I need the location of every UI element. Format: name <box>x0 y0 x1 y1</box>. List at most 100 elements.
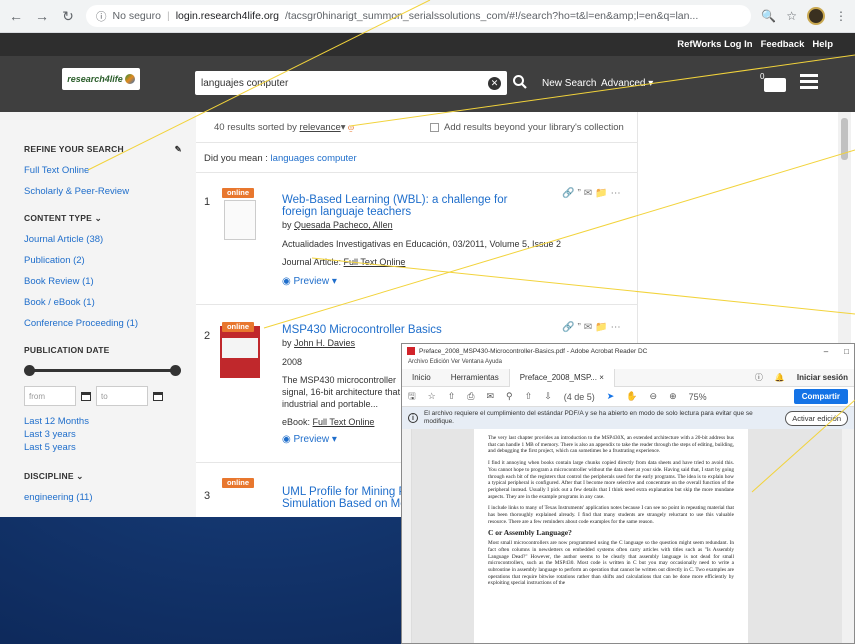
book-cover-thumbnail[interactable] <box>220 326 260 378</box>
saved-items-folder[interactable]: 0 <box>757 72 787 94</box>
slider-handle-end[interactable] <box>170 365 181 376</box>
left-panel-toggle[interactable] <box>402 429 412 643</box>
link-icon[interactable]: 🔗 <box>562 322 577 333</box>
zoom-out-icon[interactable]: ⊖ <box>650 391 658 402</box>
page-counter[interactable]: (4 de 5) <box>564 392 595 402</box>
full-text-link[interactable]: Full Text Online <box>313 417 375 427</box>
search-icon[interactable] <box>512 74 528 90</box>
pdf-paragraph: Most small microcontrollers are now prog… <box>488 540 734 587</box>
content-type-heading[interactable]: CONTENT TYPE ⌄ <box>24 213 196 224</box>
minimize-icon[interactable]: – <box>824 347 828 356</box>
email-icon[interactable]: ✉ <box>584 188 595 199</box>
star-icon[interactable]: ☆ <box>428 391 436 402</box>
date-last-12-months[interactable]: Last 12 Months <box>24 416 196 427</box>
scrollbar-thumb[interactable] <box>841 118 848 160</box>
sort-relevance-dropdown[interactable]: relevance <box>300 122 341 133</box>
email-icon[interactable]: ✉ <box>487 391 495 402</box>
notification-bell-icon[interactable]: 🔔 <box>775 373 785 382</box>
page-up-icon[interactable]: ⇧ <box>525 391 533 402</box>
acrobat-menubar[interactable]: Archivo Edición Ver Ventana Ayuda <box>402 358 854 369</box>
advanced-search-link[interactable]: Advanced ▾ <box>601 78 653 89</box>
result-snippet: The MSP430 microcontroller signal, 16-bi… <box>282 375 401 409</box>
beyond-checkbox[interactable] <box>430 123 439 132</box>
address-bar[interactable]: ⓘ No seguro | login.research4life.org/ta… <box>86 5 752 27</box>
feedback-link[interactable]: Feedback <box>761 39 805 50</box>
slider-handle-start[interactable] <box>24 365 35 376</box>
refworks-link[interactable]: RefWorks Log In <box>677 39 752 50</box>
email-icon[interactable]: ✉ <box>584 322 595 333</box>
forward-icon[interactable]: → <box>34 8 50 24</box>
info-icon[interactable]: ⓘ <box>96 9 107 24</box>
filter-content-type[interactable]: Publication (2) <box>24 255 196 266</box>
link-icon[interactable]: 🔗 <box>562 188 577 199</box>
folder-add-icon[interactable]: 📁 <box>595 322 610 333</box>
tab-document[interactable]: Preface_2008_MSP... × <box>508 368 615 387</box>
new-search-link[interactable]: New Search <box>542 78 596 89</box>
edit-pencil-icon[interactable]: ✎ <box>175 144 182 155</box>
date-last-5-years[interactable]: Last 5 years <box>24 442 196 453</box>
date-to-input[interactable]: to <box>96 386 148 406</box>
pdfa-info-text: El archivo requiere el cumplimiento del … <box>424 410 753 425</box>
filter-scholarly[interactable]: Scholarly & Peer-Review <box>24 186 196 197</box>
result-title[interactable]: MSP430 Microcontroller Basics <box>282 324 542 336</box>
filter-content-type[interactable]: Journal Article (38) <box>24 234 196 245</box>
discipline-heading[interactable]: DISCIPLINE ⌄ <box>24 471 196 482</box>
filter-full-text[interactable]: Full Text Online <box>24 165 196 176</box>
print-icon[interactable]: ⎙ <box>467 391 474 402</box>
maximize-icon[interactable]: □ <box>844 347 849 356</box>
hamburger-menu-icon[interactable] <box>800 74 818 92</box>
more-icon[interactable]: ⋯ <box>611 188 624 199</box>
clear-search-icon[interactable]: ✕ <box>488 76 501 90</box>
select-cursor-icon[interactable]: ➤ <box>607 391 615 402</box>
rss-icon[interactable]: ⍹ <box>348 122 354 133</box>
share-button[interactable]: Compartir <box>793 389 848 404</box>
acrobat-scrollbar[interactable] <box>842 429 854 643</box>
search-input[interactable]: languajes computer ✕ <box>195 71 507 95</box>
filter-content-type[interactable]: Book Review (1) <box>24 276 196 287</box>
full-text-link[interactable]: Full Text Online <box>344 257 406 267</box>
preview-toggle[interactable]: ◉ Preview ▾ <box>282 434 337 445</box>
pdf-paragraph: The very last chapter provides an introd… <box>488 435 734 455</box>
author-link[interactable]: Quesada Pacheco, Allen <box>294 220 393 230</box>
page-down-icon[interactable]: ⇩ <box>544 391 552 402</box>
zoom-in-icon[interactable]: ⊕ <box>669 391 677 402</box>
result-title[interactable]: Web-Based Learning (WBL): a challenge fo… <box>282 194 542 218</box>
filter-content-type[interactable]: Conference Proceeding (1) <box>24 318 196 329</box>
sign-in-link[interactable]: Iniciar sesión <box>797 373 848 382</box>
find-icon[interactable]: ⚲ <box>506 391 513 402</box>
online-badge: online <box>222 188 254 198</box>
hand-tool-icon[interactable]: ✋ <box>626 391 637 402</box>
search-query: languajes computer <box>201 77 289 89</box>
enable-editing-button[interactable]: Activar edición <box>785 410 848 426</box>
more-icon[interactable]: ⋯ <box>611 322 624 333</box>
tab-tools[interactable]: Herramientas <box>441 369 509 387</box>
chevron-down-icon: ⌄ <box>76 471 84 481</box>
zoom-icon[interactable]: 🔍 <box>761 9 776 23</box>
date-last-3-years[interactable]: Last 3 years <box>24 429 196 440</box>
date-from-input[interactable]: from <box>24 386 76 406</box>
document-thumbnail-icon[interactable] <box>224 200 256 240</box>
help-icon[interactable]: ⓘ <box>755 372 763 383</box>
tab-home[interactable]: Inicio <box>402 369 441 387</box>
calendar-icon[interactable] <box>80 390 92 402</box>
menu-dots-icon[interactable]: ⋮ <box>835 9 847 23</box>
upload-icon[interactable]: ⇧ <box>448 391 456 402</box>
filter-content-type[interactable]: Book / eBook (1) <box>24 297 196 308</box>
help-link[interactable]: Help <box>812 39 833 50</box>
research4life-logo[interactable]: research4life <box>62 68 140 90</box>
did-you-mean-link[interactable]: languages computer <box>271 153 357 164</box>
reload-icon[interactable]: ↻ <box>60 8 76 25</box>
back-icon[interactable]: ← <box>8 8 24 24</box>
filter-discipline[interactable]: engineering (11) <box>24 492 196 503</box>
folder-add-icon[interactable]: 📁 <box>595 188 610 199</box>
preview-toggle[interactable]: ◉ Preview ▾ <box>282 276 337 287</box>
bookmark-star-icon[interactable]: ☆ <box>786 9 797 23</box>
result-number: 3 <box>204 490 211 502</box>
calendar-icon[interactable] <box>152 390 164 402</box>
author-link[interactable]: John H. Davies <box>294 338 355 348</box>
beyond-collection-toggle[interactable]: Add results beyond your library's collec… <box>430 122 624 133</box>
save-icon[interactable]: 🖫 <box>408 389 416 405</box>
date-range-slider[interactable] <box>24 365 181 376</box>
profile-avatar[interactable] <box>807 7 825 25</box>
zoom-level[interactable]: 75% <box>689 392 707 402</box>
